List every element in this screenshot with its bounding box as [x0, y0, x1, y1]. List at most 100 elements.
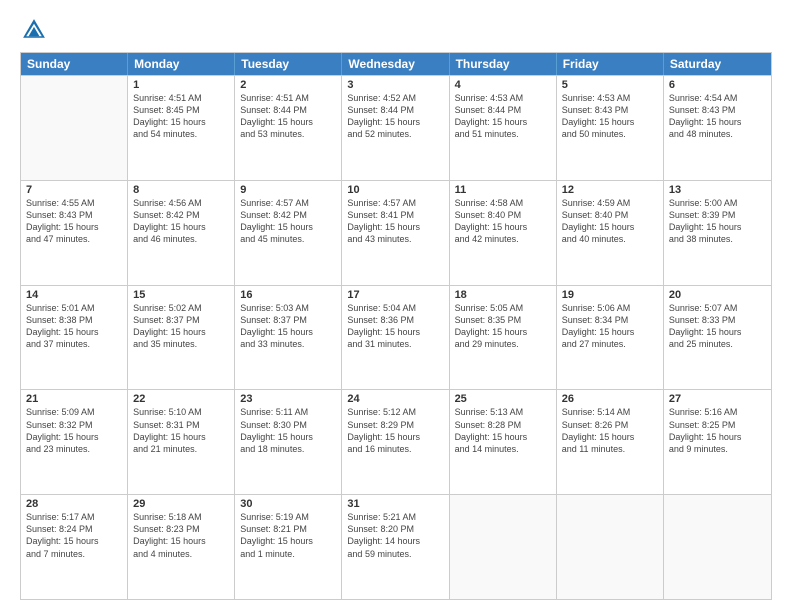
- cell-text-line: Sunset: 8:23 PM: [133, 523, 229, 535]
- day-number: 24: [347, 393, 443, 405]
- calendar-empty-cell: [557, 495, 664, 599]
- cell-text-line: Daylight: 15 hours: [347, 431, 443, 443]
- day-number: 15: [133, 289, 229, 301]
- day-number: 26: [562, 393, 658, 405]
- weekday-header-friday: Friday: [557, 53, 664, 75]
- day-number: 6: [669, 79, 766, 91]
- day-number: 3: [347, 79, 443, 91]
- cell-text-line: and 37 minutes.: [26, 338, 122, 350]
- calendar-day-20: 20Sunrise: 5:07 AMSunset: 8:33 PMDayligh…: [664, 286, 771, 390]
- cell-text-line: Sunset: 8:36 PM: [347, 314, 443, 326]
- cell-text-line: and 7 minutes.: [26, 548, 122, 560]
- cell-text-line: and 40 minutes.: [562, 233, 658, 245]
- cell-text-line: Sunrise: 5:09 AM: [26, 406, 122, 418]
- calendar-day-22: 22Sunrise: 5:10 AMSunset: 8:31 PMDayligh…: [128, 390, 235, 494]
- day-number: 17: [347, 289, 443, 301]
- cell-text-line: Sunrise: 4:55 AM: [26, 197, 122, 209]
- cell-text-line: Sunrise: 5:18 AM: [133, 511, 229, 523]
- cell-text-line: Sunset: 8:42 PM: [240, 209, 336, 221]
- cell-text-line: Daylight: 15 hours: [562, 221, 658, 233]
- cell-text-line: and 33 minutes.: [240, 338, 336, 350]
- weekday-header-wednesday: Wednesday: [342, 53, 449, 75]
- calendar-day-19: 19Sunrise: 5:06 AMSunset: 8:34 PMDayligh…: [557, 286, 664, 390]
- cell-text-line: Daylight: 15 hours: [455, 326, 551, 338]
- day-number: 30: [240, 498, 336, 510]
- cell-text-line: Sunrise: 5:21 AM: [347, 511, 443, 523]
- cell-text-line: Sunset: 8:44 PM: [347, 104, 443, 116]
- calendar-day-8: 8Sunrise: 4:56 AMSunset: 8:42 PMDaylight…: [128, 181, 235, 285]
- cell-text-line: Daylight: 15 hours: [133, 221, 229, 233]
- day-number: 28: [26, 498, 122, 510]
- calendar-day-27: 27Sunrise: 5:16 AMSunset: 8:25 PMDayligh…: [664, 390, 771, 494]
- cell-text-line: Sunset: 8:20 PM: [347, 523, 443, 535]
- cell-text-line: and 14 minutes.: [455, 443, 551, 455]
- day-number: 19: [562, 289, 658, 301]
- cell-text-line: Daylight: 15 hours: [669, 326, 766, 338]
- calendar: SundayMondayTuesdayWednesdayThursdayFrid…: [20, 52, 772, 600]
- day-number: 2: [240, 79, 336, 91]
- day-number: 22: [133, 393, 229, 405]
- cell-text-line: Daylight: 15 hours: [669, 431, 766, 443]
- day-number: 14: [26, 289, 122, 301]
- calendar-day-18: 18Sunrise: 5:05 AMSunset: 8:35 PMDayligh…: [450, 286, 557, 390]
- cell-text-line: and 1 minute.: [240, 548, 336, 560]
- cell-text-line: Daylight: 15 hours: [562, 116, 658, 128]
- day-number: 13: [669, 184, 766, 196]
- calendar-row-2: 7Sunrise: 4:55 AMSunset: 8:43 PMDaylight…: [21, 180, 771, 285]
- day-number: 23: [240, 393, 336, 405]
- cell-text-line: Sunrise: 5:10 AM: [133, 406, 229, 418]
- calendar-day-13: 13Sunrise: 5:00 AMSunset: 8:39 PMDayligh…: [664, 181, 771, 285]
- cell-text-line: and 9 minutes.: [669, 443, 766, 455]
- calendar-row-3: 14Sunrise: 5:01 AMSunset: 8:38 PMDayligh…: [21, 285, 771, 390]
- day-number: 31: [347, 498, 443, 510]
- cell-text-line: Daylight: 15 hours: [240, 431, 336, 443]
- cell-text-line: Daylight: 15 hours: [347, 116, 443, 128]
- day-number: 1: [133, 79, 229, 91]
- calendar-day-16: 16Sunrise: 5:03 AMSunset: 8:37 PMDayligh…: [235, 286, 342, 390]
- logo: [20, 16, 52, 44]
- cell-text-line: and 53 minutes.: [240, 128, 336, 140]
- cell-text-line: Sunset: 8:30 PM: [240, 419, 336, 431]
- calendar-day-11: 11Sunrise: 4:58 AMSunset: 8:40 PMDayligh…: [450, 181, 557, 285]
- calendar-day-5: 5Sunrise: 4:53 AMSunset: 8:43 PMDaylight…: [557, 76, 664, 180]
- cell-text-line: Sunrise: 5:00 AM: [669, 197, 766, 209]
- cell-text-line: and 50 minutes.: [562, 128, 658, 140]
- cell-text-line: Sunrise: 5:17 AM: [26, 511, 122, 523]
- cell-text-line: and 45 minutes.: [240, 233, 336, 245]
- page: SundayMondayTuesdayWednesdayThursdayFrid…: [0, 0, 792, 612]
- cell-text-line: Sunrise: 5:06 AM: [562, 302, 658, 314]
- cell-text-line: Daylight: 15 hours: [562, 431, 658, 443]
- cell-text-line: Sunset: 8:45 PM: [133, 104, 229, 116]
- calendar-empty-cell: [664, 495, 771, 599]
- calendar-day-2: 2Sunrise: 4:51 AMSunset: 8:44 PMDaylight…: [235, 76, 342, 180]
- cell-text-line: and 35 minutes.: [133, 338, 229, 350]
- cell-text-line: and 18 minutes.: [240, 443, 336, 455]
- calendar-day-26: 26Sunrise: 5:14 AMSunset: 8:26 PMDayligh…: [557, 390, 664, 494]
- cell-text-line: and 27 minutes.: [562, 338, 658, 350]
- day-number: 25: [455, 393, 551, 405]
- calendar-day-6: 6Sunrise: 4:54 AMSunset: 8:43 PMDaylight…: [664, 76, 771, 180]
- cell-text-line: Daylight: 15 hours: [669, 221, 766, 233]
- cell-text-line: Sunrise: 4:53 AM: [562, 92, 658, 104]
- cell-text-line: Sunrise: 4:57 AM: [347, 197, 443, 209]
- cell-text-line: Sunset: 8:32 PM: [26, 419, 122, 431]
- day-number: 21: [26, 393, 122, 405]
- cell-text-line: and 47 minutes.: [26, 233, 122, 245]
- cell-text-line: Sunset: 8:43 PM: [562, 104, 658, 116]
- cell-text-line: Sunset: 8:44 PM: [455, 104, 551, 116]
- cell-text-line: and 21 minutes.: [133, 443, 229, 455]
- cell-text-line: Sunset: 8:44 PM: [240, 104, 336, 116]
- cell-text-line: and 42 minutes.: [455, 233, 551, 245]
- cell-text-line: Sunrise: 5:01 AM: [26, 302, 122, 314]
- calendar-day-9: 9Sunrise: 4:57 AMSunset: 8:42 PMDaylight…: [235, 181, 342, 285]
- calendar-day-10: 10Sunrise: 4:57 AMSunset: 8:41 PMDayligh…: [342, 181, 449, 285]
- weekday-header-monday: Monday: [128, 53, 235, 75]
- cell-text-line: Daylight: 15 hours: [669, 116, 766, 128]
- cell-text-line: and 16 minutes.: [347, 443, 443, 455]
- cell-text-line: Sunrise: 4:52 AM: [347, 92, 443, 104]
- cell-text-line: Daylight: 15 hours: [455, 221, 551, 233]
- cell-text-line: Daylight: 15 hours: [347, 326, 443, 338]
- day-number: 16: [240, 289, 336, 301]
- cell-text-line: Daylight: 15 hours: [133, 326, 229, 338]
- cell-text-line: Sunset: 8:29 PM: [347, 419, 443, 431]
